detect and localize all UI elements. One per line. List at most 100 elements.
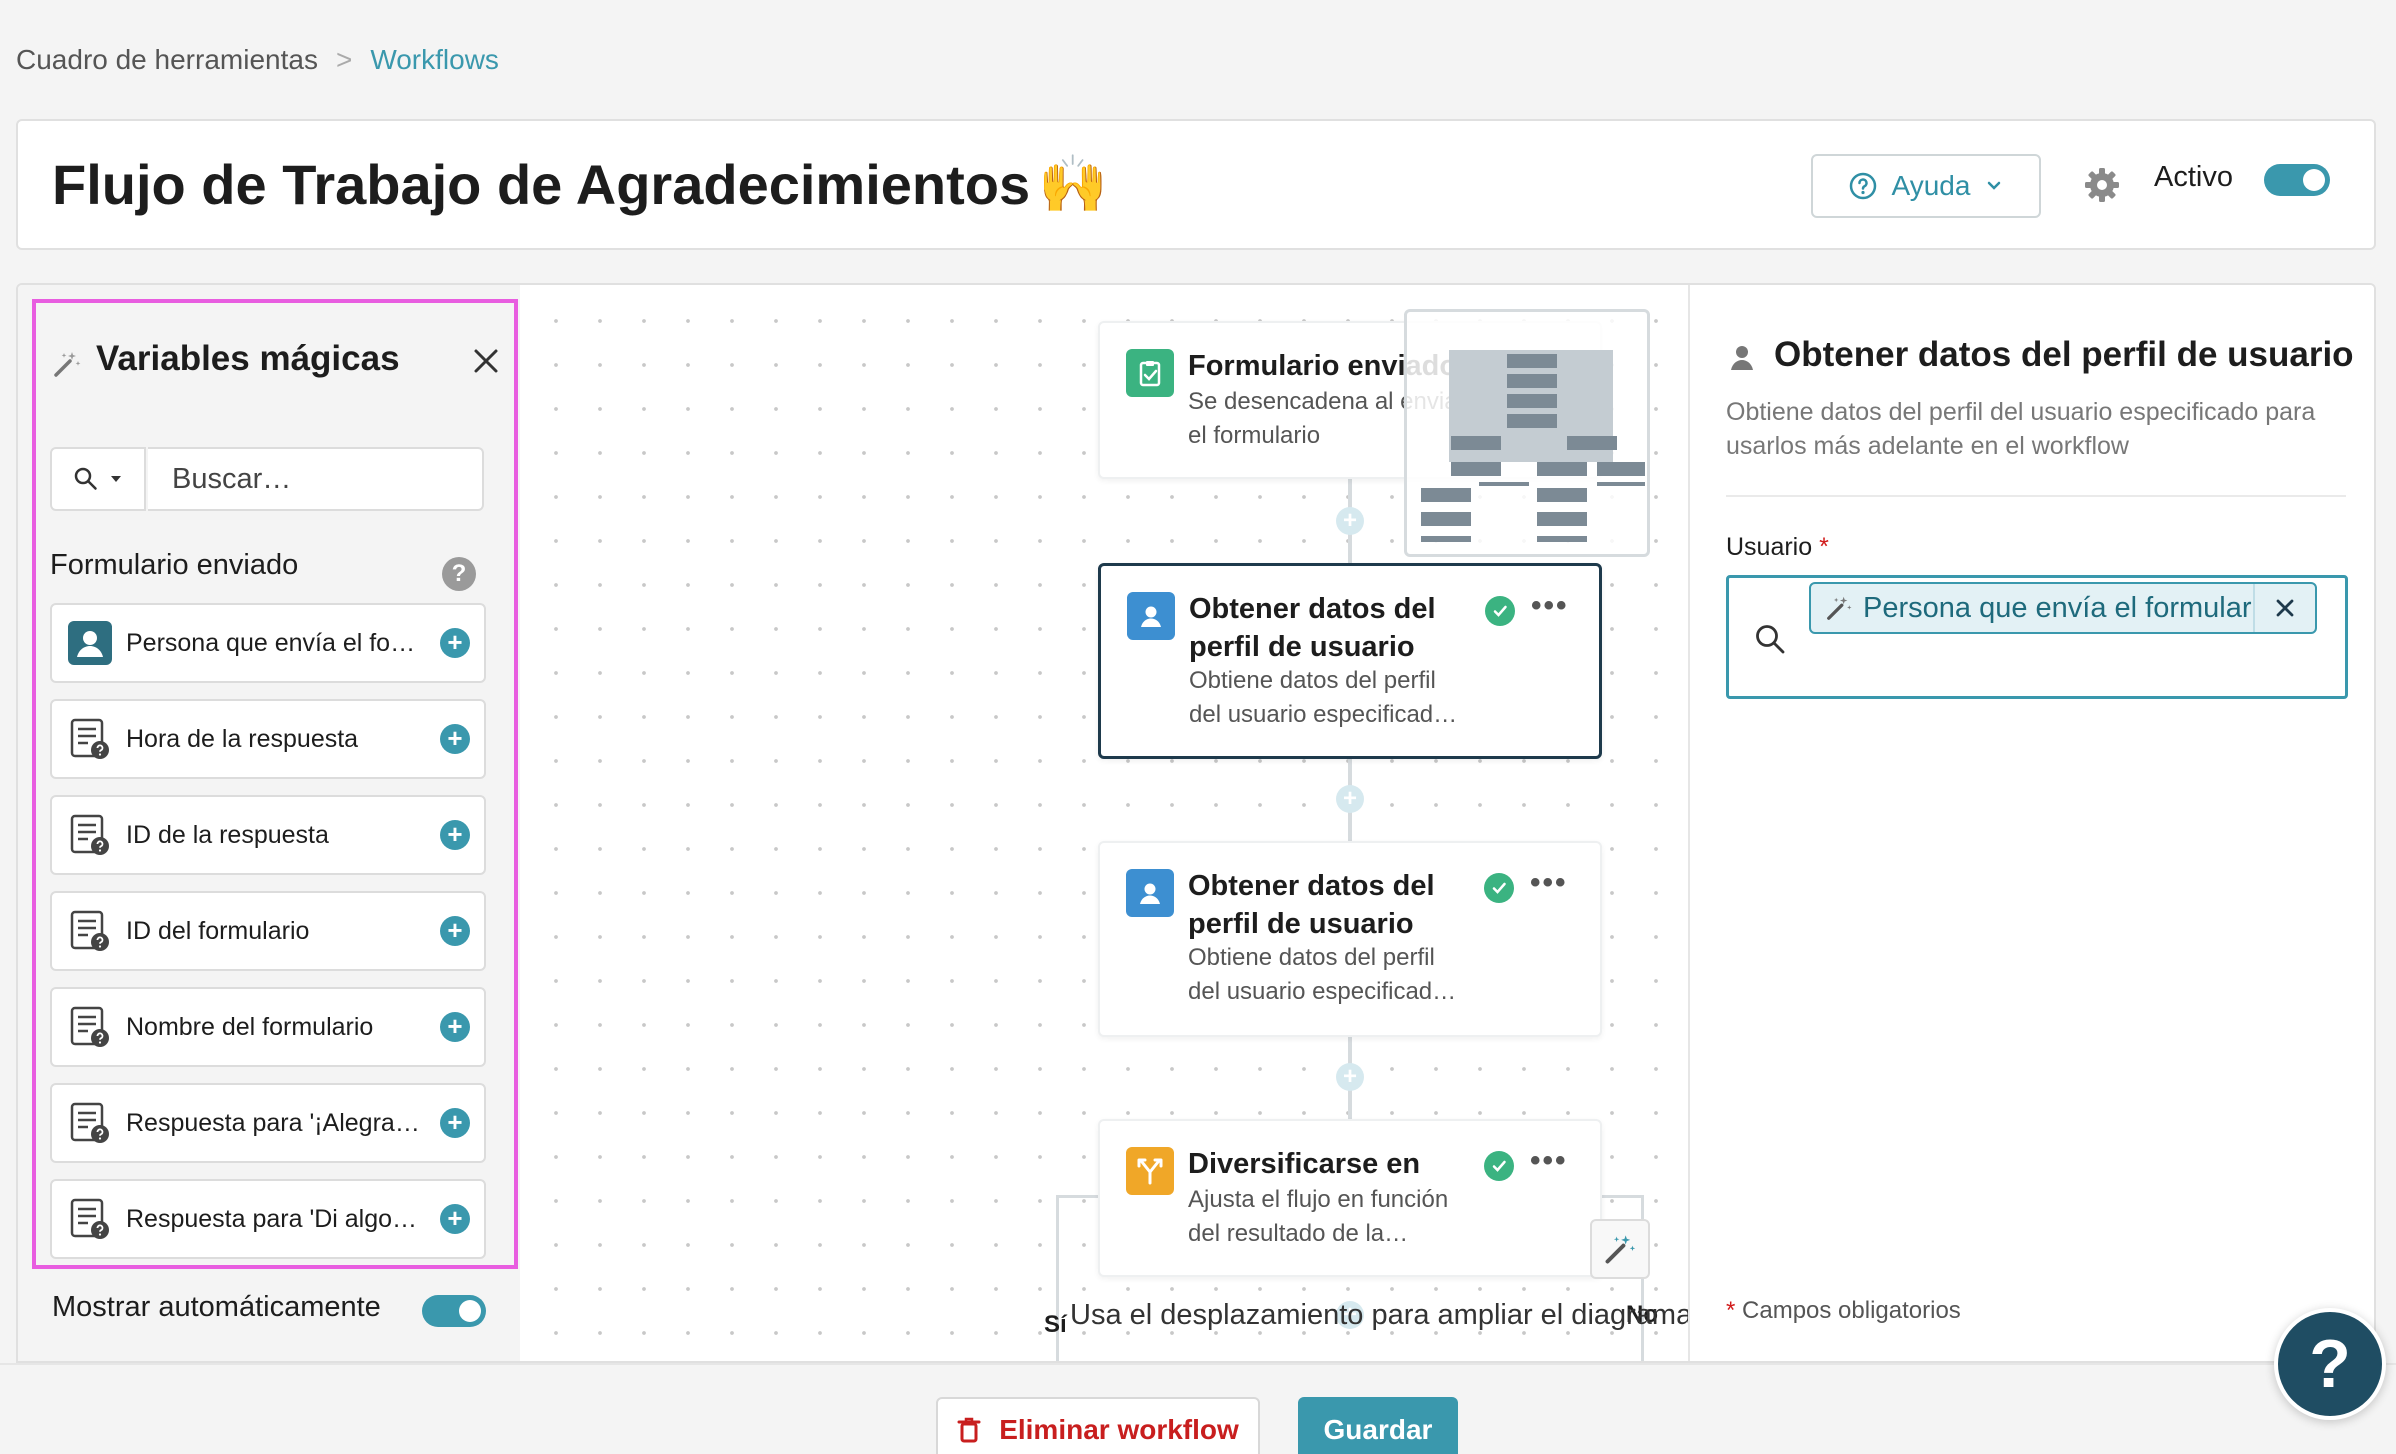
- auto-show-label: Mostrar automáticamente: [52, 1291, 381, 1323]
- active-toggle[interactable]: [2264, 164, 2330, 196]
- variable-item-answer-1[interactable]: Respuesta para '¡Alegra el día de alguie…: [50, 1083, 486, 1163]
- more-options-icon[interactable]: •••: [1531, 591, 1569, 621]
- zoom-hint-text: Usa el desplazamiento para ampliar el di…: [1070, 1299, 1688, 1331]
- more-options-icon[interactable]: •••: [1530, 1146, 1568, 1176]
- branch-label-yes: Sí: [1044, 1311, 1067, 1338]
- help-button-label: Ayuda: [1891, 170, 1971, 201]
- variable-item-form-id[interactable]: ID del formulario +: [50, 891, 486, 971]
- user-icon: [1127, 592, 1175, 640]
- magic-variables-search-input[interactable]: [148, 447, 484, 511]
- user-field-input[interactable]: Persona que envía el formular: [1726, 575, 2348, 699]
- add-variable-icon[interactable]: +: [440, 628, 470, 658]
- variable-label: Respuesta para '¡Alegra el día de alguie…: [126, 1108, 422, 1137]
- user-icon: [1126, 869, 1174, 917]
- required-fields-note: * Campos obligatorios: [1726, 1297, 1961, 1325]
- close-icon[interactable]: [472, 347, 500, 375]
- section-label-formulario-enviado: Formulario enviado: [50, 549, 299, 581]
- variable-item-answer-2[interactable]: Respuesta para 'Di algo bonito' +: [50, 1179, 486, 1259]
- add-step-plus-icon[interactable]: +: [1336, 507, 1364, 535]
- caret-down-icon: [109, 472, 123, 486]
- add-variable-icon[interactable]: +: [440, 1204, 470, 1234]
- required-asterisk: *: [1726, 1297, 1736, 1324]
- required-asterisk: *: [1819, 533, 1829, 561]
- add-step-plus-icon[interactable]: +: [1336, 1063, 1364, 1091]
- help-chat-button[interactable]: ?: [2274, 1308, 2386, 1420]
- magic-wand-icon: [1603, 1232, 1637, 1266]
- step-details-panel: Obtener datos del perfil de usuario Obti…: [1688, 285, 2374, 1361]
- save-button[interactable]: Guardar: [1298, 1397, 1458, 1454]
- page-title: Flujo de Trabajo de Agradecimientos 🙌: [52, 151, 1108, 217]
- add-variable-icon[interactable]: +: [440, 916, 470, 946]
- variable-label: Persona que envía el formulario: [126, 628, 422, 657]
- magic-variables-toggle-button[interactable]: [1590, 1219, 1650, 1279]
- workflow-editor: Variables mágicas Formulario enviado ?: [16, 283, 2376, 1363]
- check-circle-icon: [1484, 873, 1514, 903]
- step-details-description: Obtiene datos del perfil del usuario esp…: [1726, 398, 2316, 460]
- workflow-node-get-user-profile[interactable]: Obtener datos del perfil de usuario Obti…: [1098, 841, 1602, 1037]
- section-help-icon[interactable]: ?: [442, 557, 476, 591]
- variable-item-response-time[interactable]: Hora de la respuesta +: [50, 699, 486, 779]
- breadcrumb-current-link[interactable]: Workflows: [370, 44, 499, 76]
- help-circle-icon: [1848, 171, 1878, 201]
- delete-workflow-button[interactable]: Eliminar workflow: [936, 1397, 1260, 1454]
- add-variable-icon[interactable]: +: [440, 724, 470, 754]
- auto-show-toggle[interactable]: [422, 1295, 486, 1327]
- add-step-plus-icon[interactable]: +: [1336, 785, 1364, 813]
- form-field-icon: [68, 909, 112, 953]
- search-icon: [73, 466, 99, 492]
- workflow-node-get-user-profile-selected[interactable]: Obtener datos del perfil de usuario Obti…: [1098, 563, 1602, 759]
- divider: [1726, 495, 2346, 497]
- add-variable-icon[interactable]: +: [440, 820, 470, 850]
- breadcrumb-home-link[interactable]: Cuadro de herramientas: [16, 44, 318, 76]
- raising-hands-emoji: 🙌: [1038, 152, 1108, 215]
- node-description-line: del usuario especificad…: [1188, 978, 1457, 1005]
- node-title-line: Obtener datos del: [1189, 593, 1436, 625]
- remove-chip-icon[interactable]: [2253, 584, 2315, 632]
- form-field-icon: [68, 1101, 112, 1145]
- clipboard-check-icon: [1126, 349, 1174, 397]
- canvas-minimap[interactable]: [1404, 309, 1650, 557]
- magic-wand-icon: [1825, 594, 1853, 622]
- node-description-line: del usuario especificad…: [1189, 701, 1458, 728]
- page-title-text: Flujo de Trabajo de Agradecimientos: [52, 152, 1031, 216]
- variable-item-submitter[interactable]: Persona que envía el formulario +: [50, 603, 486, 683]
- footer-actions: Eliminar workflow Guardar: [0, 1363, 2396, 1454]
- variable-item-response-id[interactable]: ID de la respuesta +: [50, 795, 486, 875]
- magic-wand-icon: [52, 349, 82, 379]
- search-icon: [1753, 622, 1787, 656]
- user-field-label-text: Usuario: [1726, 533, 1813, 561]
- add-variable-icon[interactable]: +: [440, 1012, 470, 1042]
- node-title: Diversificarse en: [1188, 1148, 1421, 1180]
- form-field-icon: [68, 813, 112, 857]
- trash-icon: [957, 1416, 981, 1444]
- chevron-down-icon: [1984, 176, 2004, 196]
- step-details-title: Obtener datos del perfil de usuario: [1774, 335, 2354, 374]
- check-circle-icon: [1485, 596, 1515, 626]
- variable-label: ID de la respuesta: [126, 820, 329, 849]
- magic-variables-sidebar: Variables mágicas Formulario enviado ?: [18, 285, 520, 1361]
- breadcrumb-separator: >: [335, 44, 353, 75]
- add-variable-icon[interactable]: +: [440, 1108, 470, 1138]
- chip-label: Persona que envía el formular: [1863, 591, 2252, 624]
- variable-item-form-name[interactable]: Nombre del formulario +: [50, 987, 486, 1067]
- check-circle-icon: [1484, 1151, 1514, 1181]
- search-filter-dropdown[interactable]: [50, 447, 146, 511]
- variable-label: Hora de la respuesta: [126, 724, 359, 753]
- user-icon: [1726, 341, 1758, 373]
- breadcrumb: Cuadro de herramientas > Workflows: [16, 44, 499, 76]
- workflow-node-branch[interactable]: Diversificarse en Ajusta el flujo en fun…: [1098, 1119, 1602, 1277]
- form-field-icon: [68, 1197, 112, 1241]
- active-toggle-label: Activo: [2154, 161, 2233, 193]
- more-options-icon[interactable]: •••: [1530, 868, 1568, 898]
- magic-variables-panel: Variables mágicas Formulario enviado ?: [32, 299, 518, 1269]
- selected-variable-chip[interactable]: Persona que envía el formular: [1809, 582, 2317, 634]
- required-fields-note-text: Campos obligatorios: [1742, 1297, 1961, 1324]
- node-description-line: del resultado de la…: [1188, 1220, 1409, 1247]
- help-dropdown-button[interactable]: Ayuda: [1811, 154, 2041, 218]
- gear-icon[interactable]: [2082, 165, 2122, 205]
- node-title-line: Obtener datos del: [1188, 870, 1435, 902]
- magic-variables-title: Variables mágicas: [96, 339, 400, 378]
- branch-icon: [1126, 1147, 1174, 1195]
- node-description-line: Ajusta el flujo en función: [1188, 1186, 1449, 1213]
- workflow-canvas[interactable]: + + + + Formulario enviado Se desencaden…: [520, 285, 1688, 1361]
